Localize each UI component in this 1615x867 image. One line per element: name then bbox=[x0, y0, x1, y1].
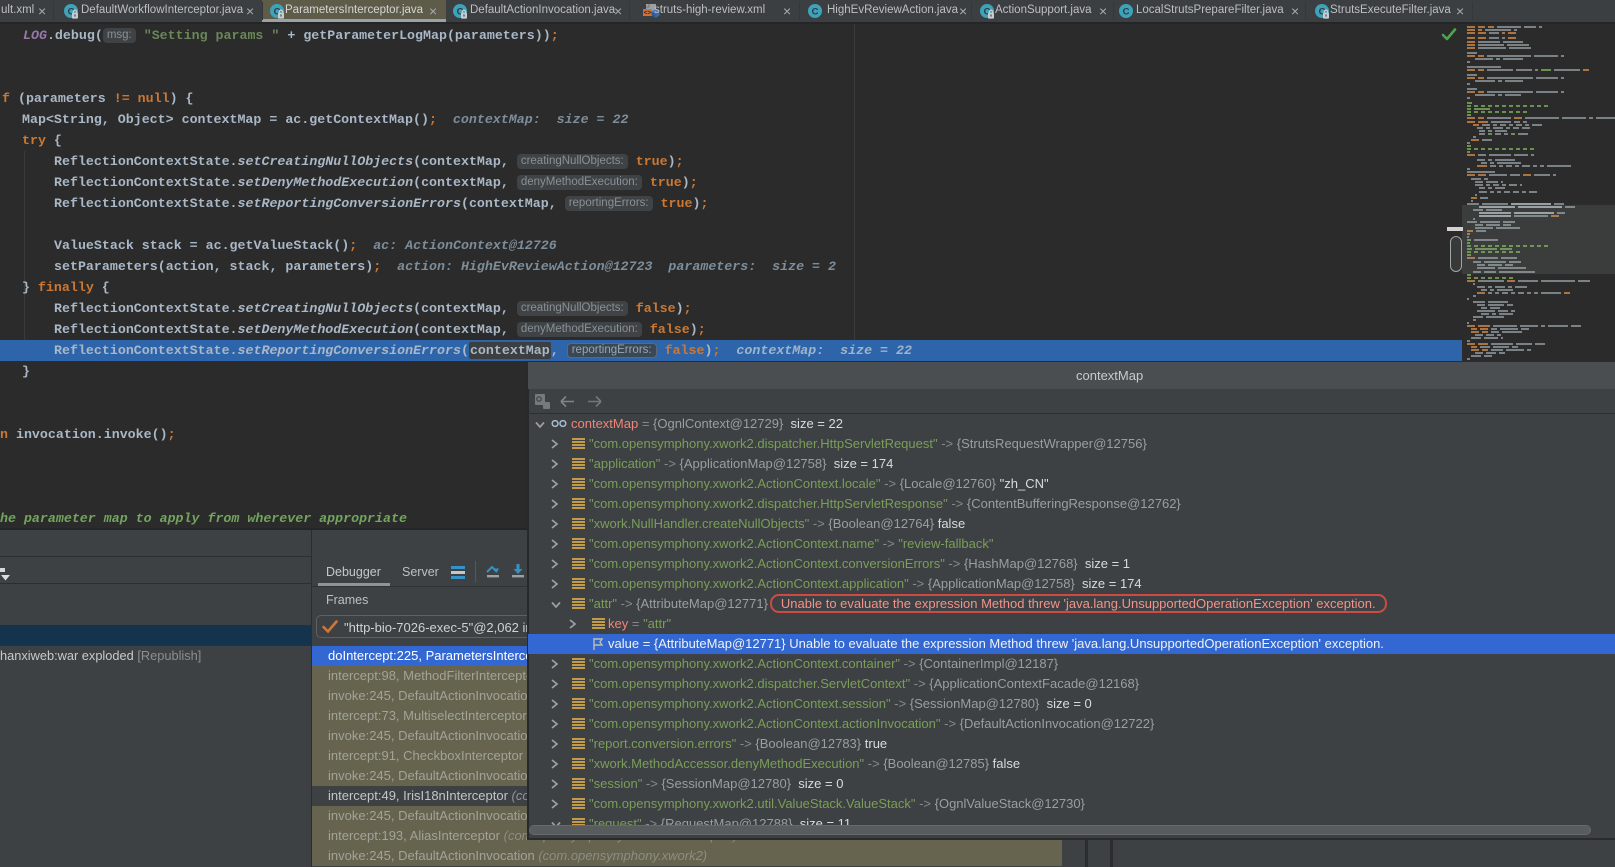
svg-text:<>: <> bbox=[644, 10, 652, 17]
svg-text:C: C bbox=[1123, 6, 1130, 17]
svg-text:C: C bbox=[812, 6, 819, 17]
